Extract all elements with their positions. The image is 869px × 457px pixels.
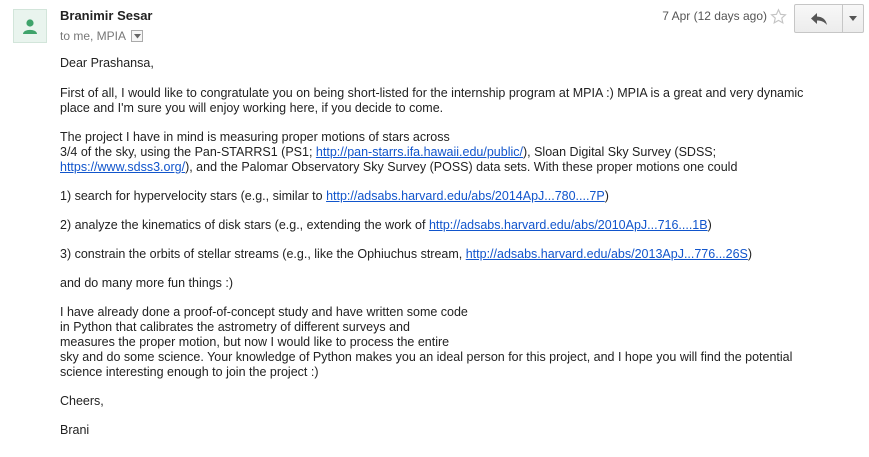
sender-avatar[interactable] xyxy=(13,9,47,43)
caret-down-icon xyxy=(849,16,857,21)
star-outline-icon xyxy=(769,7,787,24)
message-date: 7 Apr (12 days ago) xyxy=(662,9,767,23)
more-fun-line: and do many more fun things :) xyxy=(60,276,234,290)
item-text: ) xyxy=(707,218,712,232)
paragraph-line: in Python that calibrates the astrometry… xyxy=(60,320,410,334)
paragraph-line: science interesting enough to join the p… xyxy=(60,365,319,379)
list-item-2: 2) analyze the kinematics of disk stars … xyxy=(60,218,850,233)
reply-button-group xyxy=(794,4,864,33)
recipients-line: to me, MPIA xyxy=(60,29,144,43)
list-item-1: 1) search for hypervelocity stars (e.g.,… xyxy=(60,189,850,204)
paragraph-line: The project I have in mind is measuring … xyxy=(60,130,450,144)
paragraph-line: First of all, I would like to congratula… xyxy=(60,86,804,100)
message-body: Dear Prashansa, First of all, I would li… xyxy=(60,56,850,438)
link-pan-starrs[interactable]: http://pan-starrs.ifa.hawaii.edu/public/ xyxy=(316,145,523,159)
link-hypervelocity[interactable]: http://adsabs.harvard.edu/abs/2014ApJ...… xyxy=(326,189,605,203)
recipient-details-button[interactable] xyxy=(131,30,144,42)
reply-button[interactable] xyxy=(795,5,843,32)
item-text: 3) constrain the orbits of stellar strea… xyxy=(60,247,466,261)
paragraph-text: 3/4 of the sky, using the Pan-STARRS1 (P… xyxy=(60,145,316,159)
list-item-3: 3) constrain the orbits of stellar strea… xyxy=(60,247,850,262)
link-disk-stars[interactable]: http://adsabs.harvard.edu/abs/2010ApJ...… xyxy=(429,218,708,232)
caret-down-icon xyxy=(133,33,141,38)
paragraph-text: ), and the Palomar Observatory Sky Surve… xyxy=(185,160,738,174)
paragraph-python: I have already done a proof-of-concept s… xyxy=(60,305,850,380)
recipients-text: to me, MPIA xyxy=(60,29,127,43)
paragraph-line: sky and do some science. Your knowledge … xyxy=(60,350,793,364)
person-icon xyxy=(23,19,37,34)
paragraph-line: measures the proper motion, but now I wo… xyxy=(60,335,450,349)
more-actions-button[interactable] xyxy=(843,5,863,32)
item-text: 1) search for hypervelocity stars (e.g.,… xyxy=(60,189,327,203)
paragraph-text: ), Sloan Digital Sky Survey (SDSS; xyxy=(522,145,717,159)
item-text: ) xyxy=(604,189,609,203)
greeting: Dear Prashansa, xyxy=(60,56,154,70)
closing: Cheers, xyxy=(60,394,104,408)
link-sdss[interactable]: https://www.sdss3.org/ xyxy=(60,160,185,174)
paragraph-project: The project I have in mind is measuring … xyxy=(60,130,850,175)
star-button[interactable] xyxy=(768,6,788,26)
paragraph-line: place and I'm sure you will enjoy workin… xyxy=(60,101,444,115)
link-ophiuchus[interactable]: http://adsabs.harvard.edu/abs/2013ApJ...… xyxy=(466,247,748,261)
item-text: 2) analyze the kinematics of disk stars … xyxy=(60,218,429,232)
sender-name[interactable]: Branimir Sesar xyxy=(60,8,153,23)
item-text: ) xyxy=(747,247,753,261)
paragraph-line: I have already done a proof-of-concept s… xyxy=(60,305,468,319)
signature: Brani xyxy=(60,423,90,437)
paragraph-congrats: First of all, I would like to congratula… xyxy=(60,86,850,116)
reply-arrow-icon xyxy=(810,12,827,25)
